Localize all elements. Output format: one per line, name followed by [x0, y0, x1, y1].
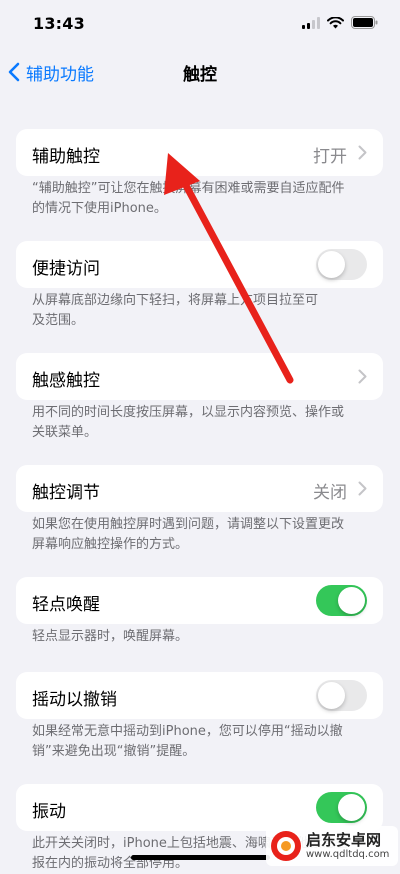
touch-accommodations-label: 触控调节 — [32, 483, 100, 503]
reachability-footnote: 从屏幕底部边缘向下轻扫，将屏幕上方项目拉至可 及范围。 — [32, 293, 319, 328]
vibration-row: 振动 — [16, 784, 383, 831]
tap-to-wake-footnote: 轻点显示器时，唤醒屏幕。 — [32, 629, 189, 644]
vibration-label: 振动 — [32, 802, 66, 822]
shake-to-undo-row: 摇动以撤销 — [16, 672, 383, 719]
status-bar: 13:43 — [0, 0, 400, 50]
status-icons — [302, 16, 378, 29]
vibration-toggle[interactable] — [316, 792, 367, 823]
haptic-touch-label: 触感触控 — [32, 371, 100, 391]
shake-to-undo-footnote: 如果经常无意中摇动到iPhone，您可以停用“摇动以撤 销”来避免出现“撤销”提… — [32, 724, 343, 759]
watermark: 启东安卓网 www.qdltdq.com — [266, 826, 398, 866]
reachability-toggle[interactable] — [316, 249, 367, 280]
haptic-touch-row[interactable]: 触感触控 — [16, 353, 383, 400]
assistive-touch-row[interactable]: 辅助触控 打开 — [16, 129, 383, 176]
touch-accommodations-footnote: 如果您在使用触控屏时遇到问题，请调整以下设置更改 屏幕响应触控操作的方式。 — [32, 517, 345, 552]
watermark-url: www.qdltdq.com — [306, 849, 390, 860]
chevron-right-icon — [358, 145, 367, 160]
watermark-title: 启东安卓网 — [306, 831, 382, 849]
reachability-label: 便捷访问 — [32, 259, 100, 279]
battery-icon — [351, 16, 378, 29]
page-title: 触控 — [183, 65, 217, 85]
navigation-bar: 辅助功能 触控 — [0, 50, 400, 94]
cellular-signal-icon — [302, 16, 320, 29]
home-indicator — [131, 855, 270, 860]
status-time: 13:43 — [33, 14, 85, 33]
wifi-icon — [327, 16, 344, 28]
assistive-touch-value: 打开 — [313, 147, 347, 167]
chevron-right-icon — [358, 369, 367, 384]
tap-to-wake-toggle[interactable] — [316, 585, 367, 616]
tap-to-wake-row: 轻点唤醒 — [16, 577, 383, 624]
touch-accommodations-row[interactable]: 触控调节 关闭 — [16, 465, 383, 512]
shake-to-undo-label: 摇动以撤销 — [32, 690, 117, 710]
shake-to-undo-toggle[interactable] — [316, 680, 367, 711]
site-logo-icon — [271, 831, 301, 861]
assistive-touch-footnote: “辅助触控”可让您在触摸屏幕有困难或需要自适应配件 的情况下使用iPhone。 — [32, 181, 345, 216]
tap-to-wake-label: 轻点唤醒 — [32, 595, 100, 615]
reachability-row: 便捷访问 — [16, 241, 383, 288]
haptic-touch-footnote: 用不同的时间长度按压屏幕，以显示内容预览、操作或 关联菜单。 — [32, 405, 345, 440]
assistive-touch-label: 辅助触控 — [32, 147, 100, 167]
chevron-right-icon — [358, 481, 367, 496]
touch-accommodations-value: 关闭 — [313, 483, 347, 503]
